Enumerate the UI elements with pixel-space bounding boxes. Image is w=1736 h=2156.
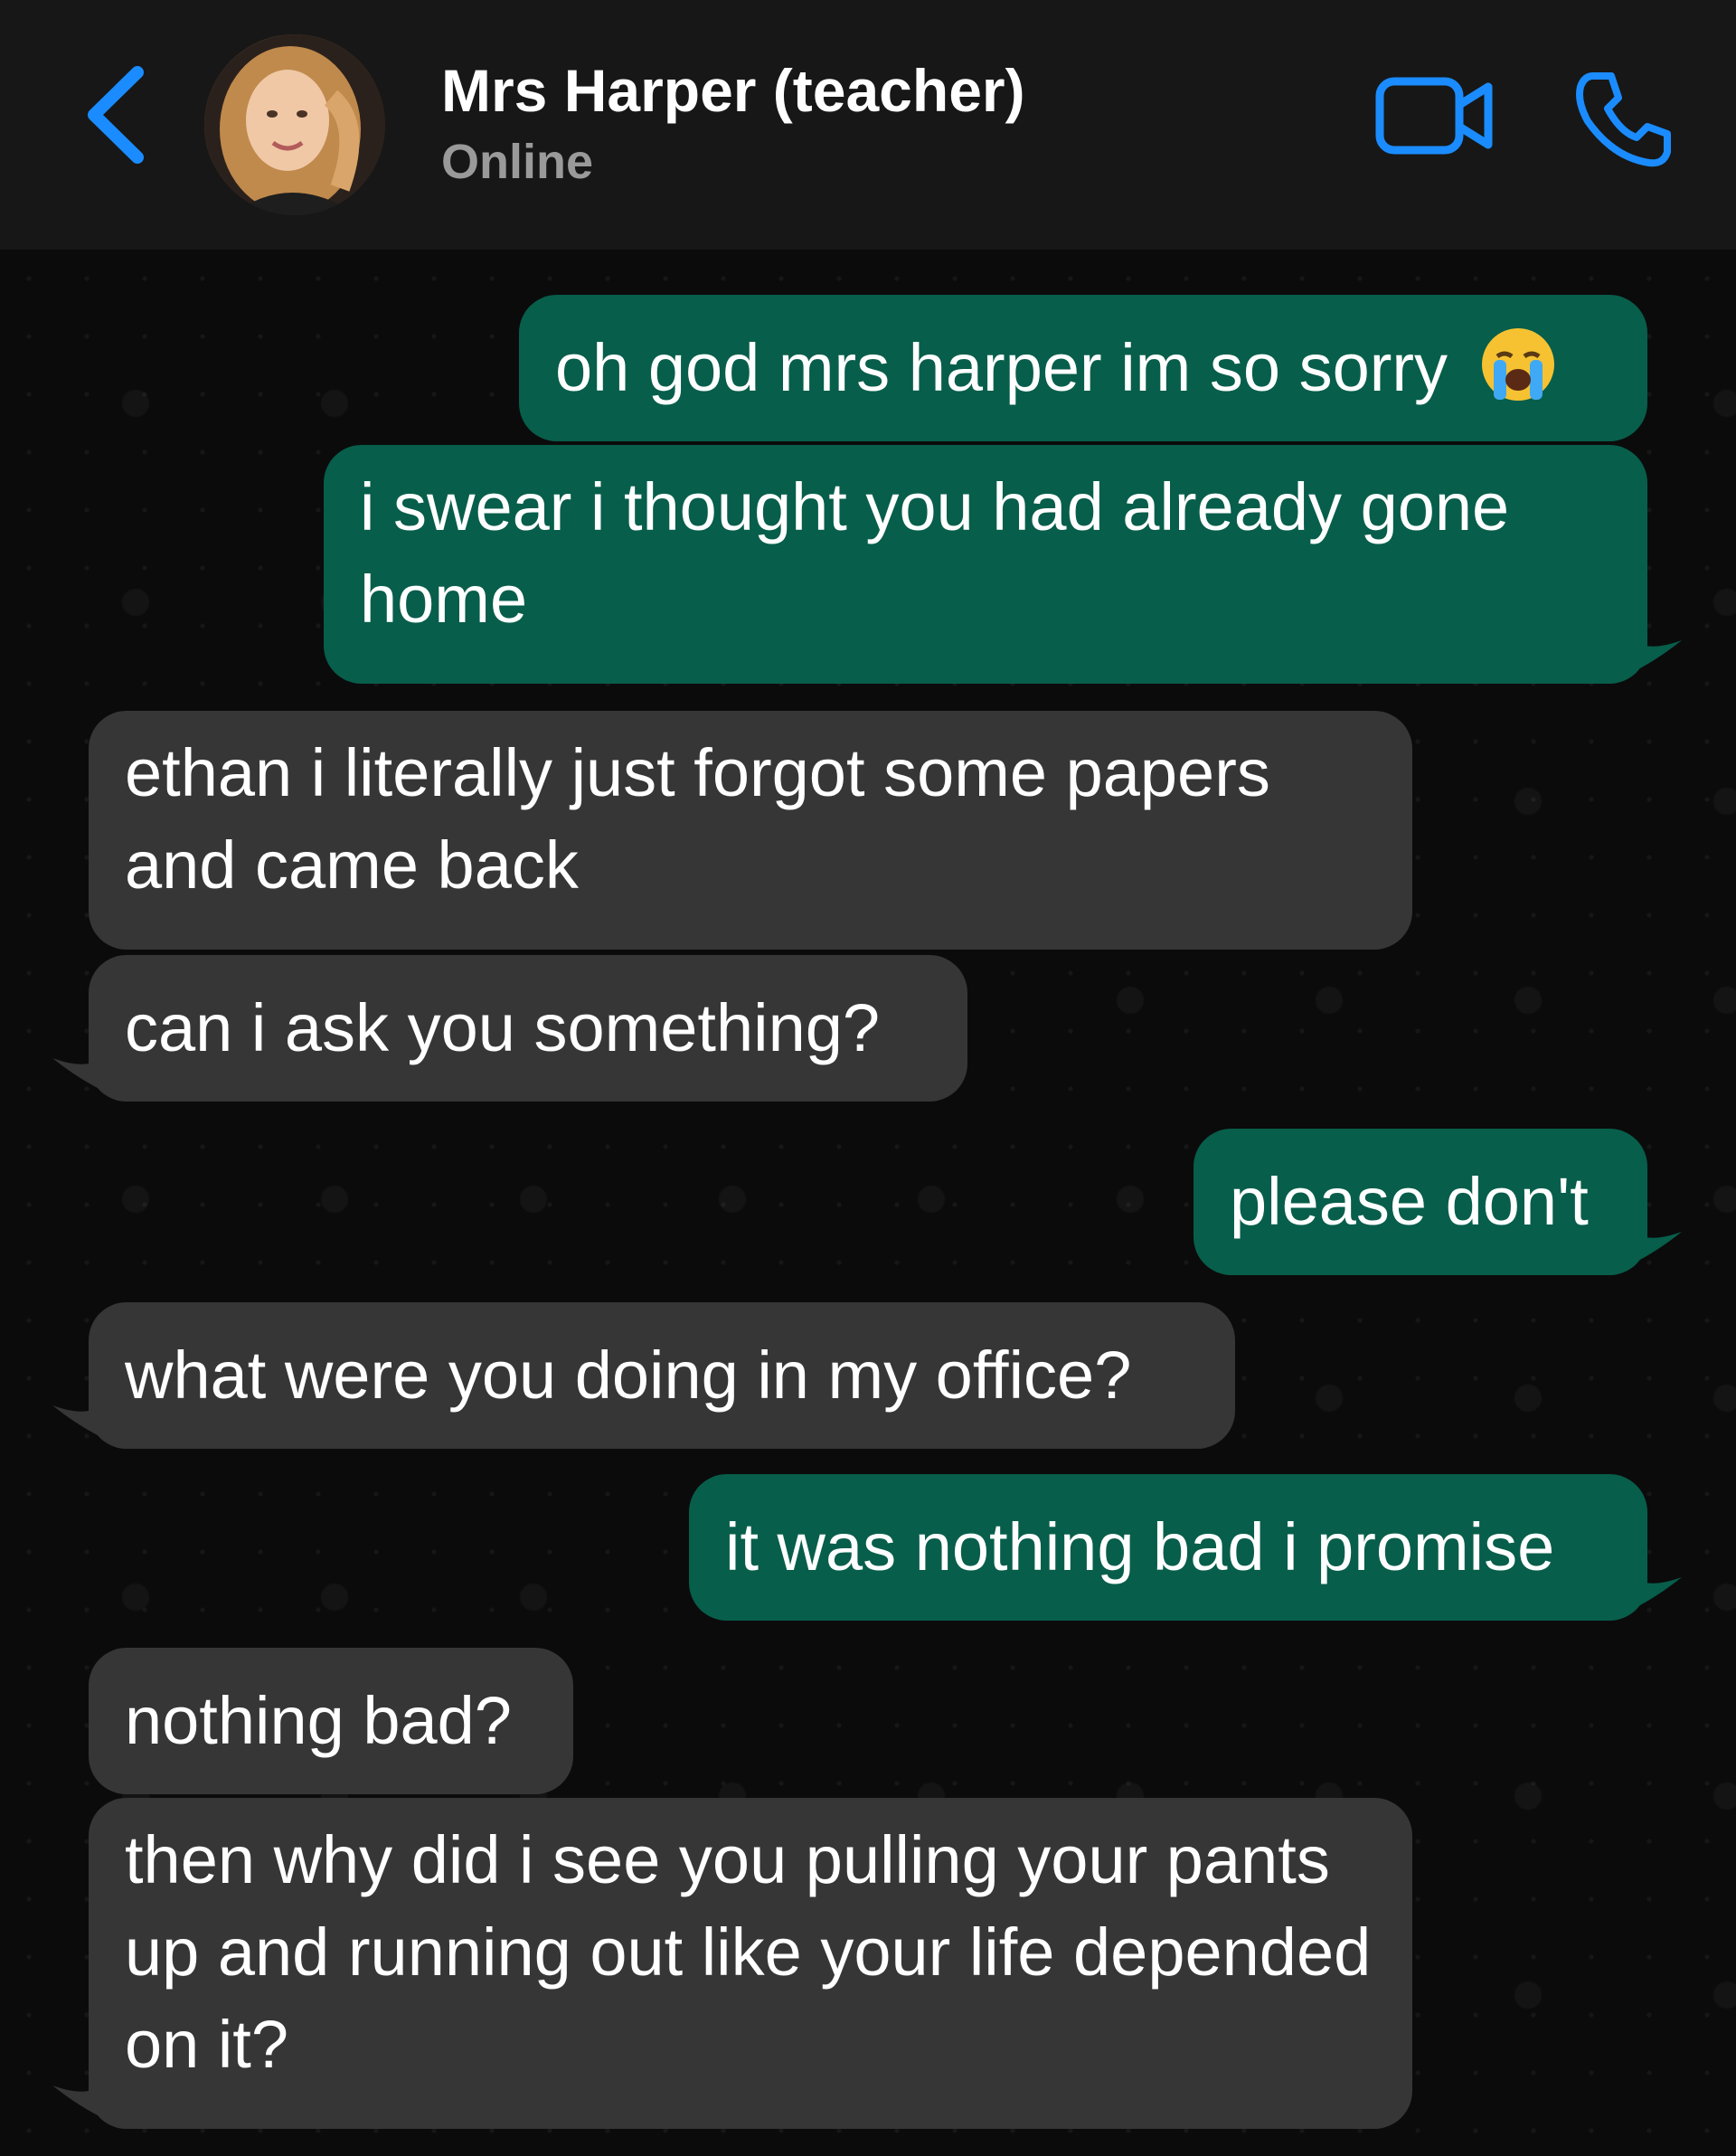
message-bubble-outgoing[interactable]: it was nothing bad i promise [689,1474,1647,1621]
message-bubble-incoming[interactable]: ethan i literally just forgot some paper… [89,711,1412,950]
chat-header: Mrs Harper (teacher) Online [0,0,1736,250]
message-bubble-incoming[interactable]: can i ask you something? [89,955,967,1102]
message-bubble-outgoing[interactable]: oh god mrs harper im so sorry [519,295,1647,441]
bubble-tail [1628,1221,1682,1266]
message-bubble-incoming[interactable]: what were you doing in my office? [89,1302,1235,1449]
message-text: nothing bad? [125,1683,512,1758]
loudly-crying-face-icon [1481,328,1554,401]
bubble-tail [1628,629,1682,675]
message-bubble-outgoing[interactable]: i swear i thought you had already gone h… [324,445,1647,684]
bubble-tail [1628,1566,1682,1612]
avatar-photo [204,34,385,215]
bubble-tail [52,1395,107,1440]
message-text: i swear i thought you had already gone h… [360,469,1510,637]
message-bubble-incoming[interactable]: then why did i see you pulling your pant… [89,1798,1412,2129]
message-text: can i ask you something? [125,990,881,1065]
video-call-button[interactable] [1374,74,1495,157]
message-bubble-outgoing[interactable]: please don't [1194,1129,1647,1275]
message-text: oh god mrs harper im so sorry [555,330,1448,405]
message-text: what were you doing in my office? [125,1338,1132,1413]
avatar[interactable] [204,34,385,215]
bubble-tail [52,2075,107,2120]
contact-status: Online [441,135,594,189]
message-text: ethan i literally just forgot some paper… [125,735,1270,903]
message-text: it was nothing bad i promise [725,1509,1555,1584]
contact-name[interactable]: Mrs Harper (teacher) [441,56,1025,125]
back-button[interactable] [81,65,154,165]
message-bubble-incoming[interactable]: nothing bad? [89,1648,573,1794]
video-camera-icon [1375,77,1493,155]
chevron-left-icon [88,66,144,164]
message-text: please don't [1230,1164,1589,1239]
voice-call-button[interactable] [1573,69,1675,170]
phone-icon [1576,72,1671,167]
message-text: then why did i see you pulling your pant… [125,1822,1372,2082]
bubble-tail [52,1047,107,1092]
